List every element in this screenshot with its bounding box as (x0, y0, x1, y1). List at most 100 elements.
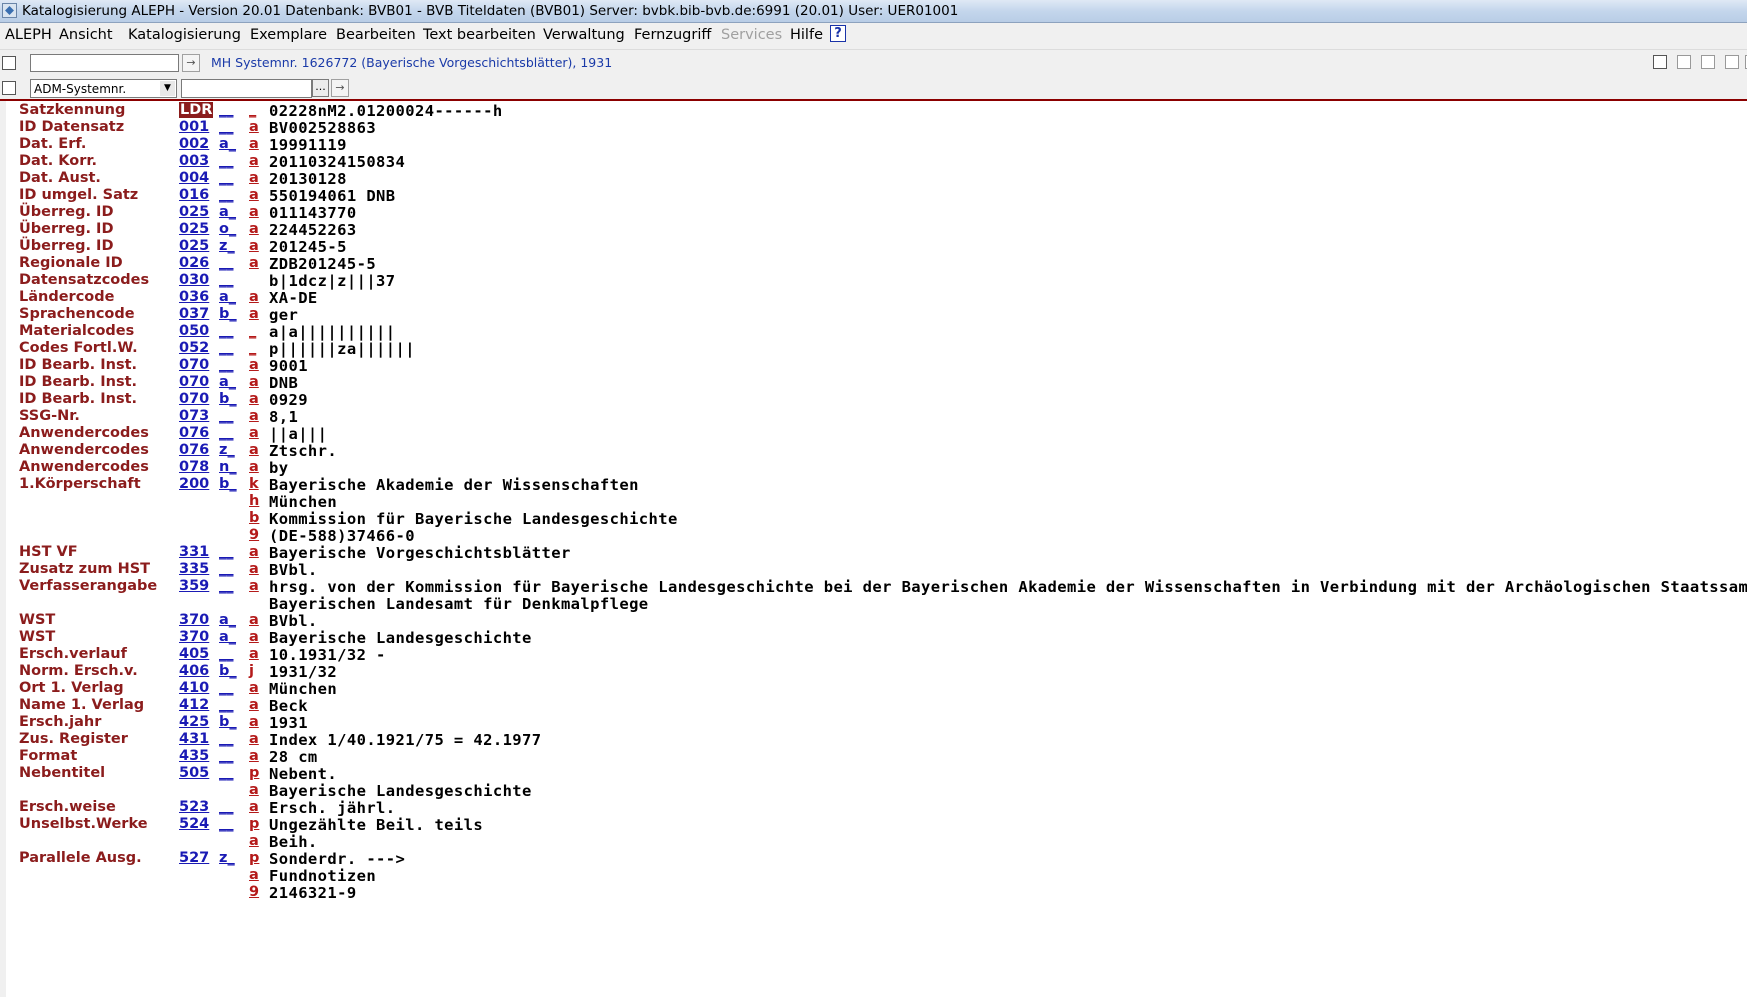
subfield-code-link[interactable]: 9 (249, 884, 259, 900)
field-tag-link[interactable]: 052 (179, 340, 209, 356)
field-tag-link[interactable]: 076 (179, 442, 209, 458)
field-tag-link[interactable]: 070 (179, 374, 209, 390)
subfield-code-link[interactable]: a (249, 731, 259, 747)
field-indicator-link[interactable]: __ (219, 646, 234, 662)
subfield-code-link[interactable]: _ (249, 102, 256, 118)
record-icon[interactable] (2, 56, 16, 70)
menu-fernzugriff[interactable]: Fernzugriff (634, 27, 711, 43)
search-input[interactable] (30, 54, 179, 72)
menu-katalogisierung[interactable]: Katalogisierung (128, 27, 241, 43)
subfield-code-link[interactable]: a (249, 697, 259, 713)
field-indicator-link[interactable]: __ (219, 357, 234, 373)
menu-hilfe[interactable]: Hilfe (790, 27, 823, 43)
subfield-code-link[interactable]: a (249, 374, 259, 390)
field-tag-link[interactable]: 431 (179, 731, 209, 747)
subfield-code-link[interactable]: a (249, 306, 259, 322)
subfield-code-link[interactable]: k (249, 476, 259, 492)
field-indicator-link[interactable]: __ (219, 799, 234, 815)
subfield-code-link[interactable]: a (249, 867, 259, 883)
field-indicator-link[interactable]: __ (219, 119, 234, 135)
field-indicator-link[interactable]: o_ (219, 221, 236, 237)
field-indicator-link[interactable]: __ (219, 816, 234, 832)
field-indicator-link[interactable]: __ (219, 187, 234, 203)
menu-ansicht[interactable]: Ansicht (59, 27, 113, 43)
field-tag-link[interactable]: 076 (179, 425, 209, 441)
subfield-code-link[interactable]: b (249, 510, 259, 526)
subfield-code-link[interactable]: h (249, 493, 259, 509)
link-icon[interactable] (1677, 55, 1691, 69)
subfield-code-link[interactable]: a (249, 357, 259, 373)
subfield-code-link[interactable]: a (249, 238, 259, 254)
field-indicator-link[interactable]: b_ (219, 663, 237, 679)
field-indicator-link[interactable]: __ (219, 323, 234, 339)
subfield-code-link[interactable]: a (249, 578, 259, 594)
field-indicator-link[interactable]: __ (219, 272, 234, 288)
field-indicator-link[interactable]: a_ (219, 204, 236, 220)
field-indicator-link[interactable]: b_ (219, 714, 237, 730)
subfield-code-link[interactable]: p (249, 816, 259, 832)
field-tag-link[interactable]: 016 (179, 187, 209, 203)
subfield-code-link[interactable]: a (249, 204, 259, 220)
subfield-code-link[interactable]: 9 (249, 527, 259, 543)
field-indicator-link[interactable]: z_ (219, 238, 235, 254)
field-indicator-link[interactable]: b_ (219, 391, 237, 407)
subfield-code-link[interactable]: a (249, 612, 259, 628)
subfield-code-link[interactable]: a (249, 544, 259, 560)
field-indicator-link[interactable]: __ (219, 340, 234, 356)
go-arrow-button-2[interactable]: → (331, 79, 349, 97)
field-tag-link[interactable]: 412 (179, 697, 209, 713)
field-tag-link[interactable]: 004 (179, 170, 209, 186)
subfield-code-link[interactable]: a (249, 799, 259, 815)
subfield-code-link[interactable]: a (249, 680, 259, 696)
subfield-code-link[interactable]: a (249, 187, 259, 203)
field-tag-link[interactable]: 078 (179, 459, 209, 475)
subfield-code-link[interactable]: a (249, 714, 259, 730)
subfield-code-link[interactable]: a (249, 833, 259, 849)
field-tag-link[interactable]: LDR (179, 102, 214, 118)
document-icon[interactable] (1653, 55, 1667, 69)
subfield-code-link[interactable]: a (249, 255, 259, 271)
search-type-select[interactable]: ADM-Systemnr. ▼ (30, 79, 177, 98)
field-tag-link[interactable]: 003 (179, 153, 209, 169)
browse-button[interactable]: ... (312, 79, 329, 97)
field-tag-link[interactable]: 050 (179, 323, 209, 339)
field-tag-link[interactable]: 025 (179, 238, 209, 254)
field-indicator-link[interactable]: __ (219, 408, 234, 424)
subfield-code-link[interactable]: a (249, 561, 259, 577)
subfield-code-link[interactable]: a (249, 408, 259, 424)
field-tag-link[interactable]: 030 (179, 272, 209, 288)
subfield-code-link[interactable]: a (249, 629, 259, 645)
field-indicator-link[interactable]: a_ (219, 374, 236, 390)
tree-icon[interactable] (1701, 55, 1715, 69)
field-tag-link[interactable]: 037 (179, 306, 209, 322)
field-indicator-link[interactable]: z_ (219, 442, 235, 458)
field-tag-link[interactable]: 331 (179, 544, 209, 560)
menu-exemplare[interactable]: Exemplare (250, 27, 327, 43)
field-tag-link[interactable]: 073 (179, 408, 209, 424)
field-tag-link[interactable]: 025 (179, 204, 209, 220)
subfield-code-link[interactable]: a (249, 221, 259, 237)
field-indicator-link[interactable]: __ (219, 255, 234, 271)
field-tag-link[interactable]: 524 (179, 816, 209, 832)
field-indicator-link[interactable]: __ (219, 102, 234, 118)
subfield-code-link[interactable]: a (249, 748, 259, 764)
field-indicator-link[interactable]: __ (219, 697, 234, 713)
subfield-code-link[interactable]: a (249, 153, 259, 169)
field-indicator-link[interactable]: __ (219, 561, 234, 577)
field-indicator-link[interactable]: b_ (219, 476, 237, 492)
field-tag-link[interactable]: 425 (179, 714, 209, 730)
field-indicator-link[interactable]: a_ (219, 289, 236, 305)
field-tag-link[interactable]: 370 (179, 629, 209, 645)
field-tag-link[interactable]: 523 (179, 799, 209, 815)
menu-verwaltung[interactable]: Verwaltung (543, 27, 625, 43)
field-indicator-link[interactable]: __ (219, 680, 234, 696)
field-indicator-link[interactable]: __ (219, 153, 234, 169)
field-indicator-link[interactable]: a_ (219, 612, 236, 628)
field-tag-link[interactable]: 200 (179, 476, 209, 492)
subfield-code-link[interactable]: a (249, 782, 259, 798)
subfield-code-link[interactable]: _ (249, 323, 256, 339)
subfield-code-link[interactable]: a (249, 119, 259, 135)
subfield-code-link[interactable]: p (249, 765, 259, 781)
menu-text-bearbeiten[interactable]: Text bearbeiten (423, 27, 536, 43)
field-tag-link[interactable]: 370 (179, 612, 209, 628)
